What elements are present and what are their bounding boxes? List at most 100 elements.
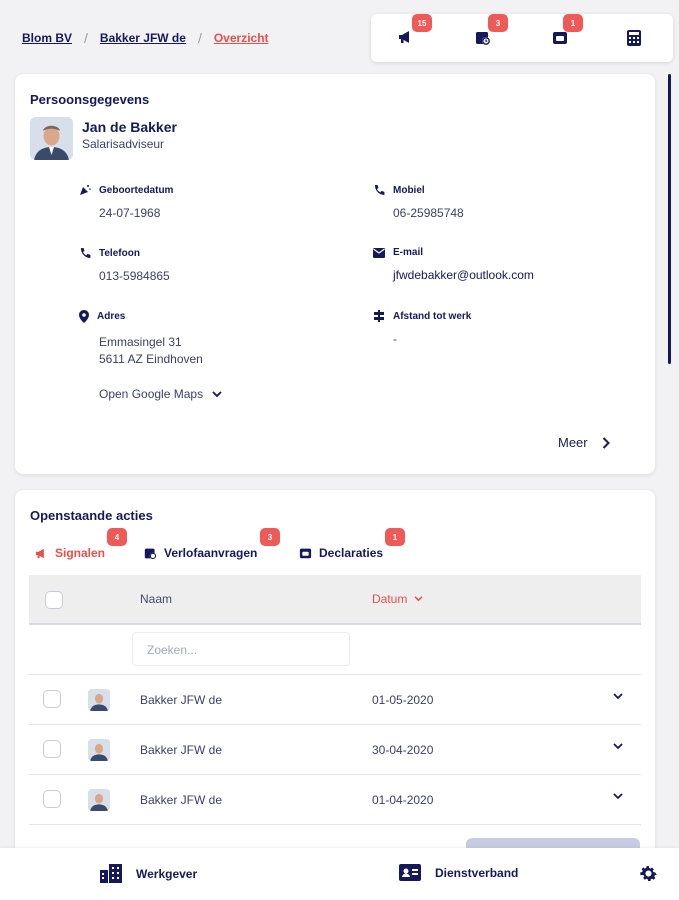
more-button[interactable]: Meer xyxy=(558,435,610,450)
avatar xyxy=(30,117,73,160)
breadcrumb-current[interactable]: Overzicht xyxy=(214,31,269,45)
maps-label: Open Google Maps xyxy=(99,387,204,401)
wallet-icon xyxy=(553,32,567,44)
filter-row: Zoeken... xyxy=(29,625,641,675)
calendar-clock-icon xyxy=(476,32,490,45)
address-line1: Emmasingel 31 xyxy=(99,335,182,349)
tab-signals-badge: 4 xyxy=(107,528,127,546)
tab-claims-label: Declaraties xyxy=(319,546,384,560)
breadcrumb-separator: / xyxy=(84,30,88,46)
breadcrumb-separator: / xyxy=(197,30,202,46)
expand-chevron-icon[interactable] xyxy=(613,693,623,700)
table-row[interactable]: Bakker JFW de 01-05-2020 xyxy=(29,675,641,725)
megaphone-icon xyxy=(399,31,409,43)
phone-field: Telefoon 013-5984865 xyxy=(79,247,170,285)
nav-employer-label: Werkgever xyxy=(136,866,198,881)
nav-employment-label: Dienstverband xyxy=(435,865,519,880)
sort-desc-icon xyxy=(414,596,423,602)
column-date-label: Datum xyxy=(372,592,408,606)
scrollbar[interactable] xyxy=(668,74,671,364)
table-row[interactable]: Bakker JFW de 01-04-2020 xyxy=(29,775,641,825)
mobile-field: Mobiel 06-25985748 xyxy=(373,184,464,222)
wallet-icon xyxy=(299,548,312,559)
more-label: Meer xyxy=(558,435,588,450)
breadcrumb-employee[interactable]: Bakker JFW de xyxy=(100,31,186,45)
row-date: 01-04-2020 xyxy=(372,793,434,807)
phone-icon xyxy=(375,185,385,195)
distance-label: Afstand tot werk xyxy=(393,310,472,322)
distance-value: - xyxy=(393,332,397,346)
column-date[interactable]: Datum xyxy=(372,592,423,606)
calculator-button[interactable] xyxy=(627,30,647,48)
chevron-right-icon xyxy=(602,436,610,449)
email-label: E-mail xyxy=(393,247,424,258)
select-all-checkbox[interactable] xyxy=(45,591,63,609)
phone-icon xyxy=(81,248,91,258)
personal-details-card: Persoonsgegevens Jan de Bakker Salarisad… xyxy=(15,74,655,474)
row-name: Bakker JFW de xyxy=(140,693,223,707)
mobile-value: 06-25985748 xyxy=(393,206,464,220)
bottom-navigation: Werkgever Dienstverband xyxy=(0,848,679,900)
leave-badge: 3 xyxy=(488,14,508,32)
nav-employment[interactable]: Dienstverband xyxy=(399,864,518,881)
chevron-down-icon xyxy=(212,390,222,397)
section-title-personal: Persoonsgegevens xyxy=(30,92,150,107)
tab-claims[interactable]: Declaraties 1 xyxy=(299,528,405,560)
row-avatar xyxy=(88,789,110,811)
row-checkbox[interactable] xyxy=(43,690,61,708)
open-google-maps[interactable]: Open Google Maps xyxy=(99,387,222,401)
row-checkbox[interactable] xyxy=(43,740,61,758)
building-icon xyxy=(100,864,122,883)
open-actions-card: Openstaande acties Signalen 4 Verlofaanv… xyxy=(15,490,655,870)
table-header: Naam Datum xyxy=(29,575,641,625)
distance-field: Afstand tot werk - xyxy=(373,310,471,348)
settings-button[interactable] xyxy=(638,863,673,884)
breadcrumb: Blom BV / Bakker JFW de / Overzicht xyxy=(22,30,269,46)
table-row[interactable]: Bakker JFW de 30-04-2020 xyxy=(29,725,641,775)
gear-icon xyxy=(640,866,657,882)
calendar-clock-icon xyxy=(144,548,157,559)
address-line2: 5611 AZ Eindhoven xyxy=(99,352,203,366)
breadcrumb-employer[interactable]: Blom BV xyxy=(22,31,72,45)
leave-requests-button[interactable]: 3 xyxy=(475,14,508,48)
tab-claims-badge: 1 xyxy=(385,528,405,546)
email-link[interactable]: jfwdebakker@outlook.com xyxy=(373,267,534,284)
actions-tabs: Signalen 4 Verlofaanvragen 3 Declaraties… xyxy=(35,528,635,570)
quick-actions-bar: 15 3 1 xyxy=(371,14,673,62)
actions-table: Naam Datum Zoeken... Bakker JFW de 01-05… xyxy=(29,575,641,825)
row-avatar xyxy=(88,689,110,711)
tab-leave-badge: 3 xyxy=(260,528,280,546)
row-name: Bakker JFW de xyxy=(140,793,223,807)
expand-chevron-icon[interactable] xyxy=(613,743,623,750)
person-name: Jan de Bakker xyxy=(82,119,177,135)
tab-leave-requests[interactable]: Verlofaanvragen 3 xyxy=(144,528,280,560)
row-avatar xyxy=(88,739,110,761)
address-label: Adres xyxy=(97,311,126,322)
claims-badge: 1 xyxy=(563,14,583,32)
tab-leave-label: Verlofaanvragen xyxy=(164,546,258,560)
megaphone-icon xyxy=(36,548,44,558)
search-input[interactable]: Zoeken... xyxy=(132,632,350,666)
signpost-icon xyxy=(374,310,384,322)
tab-signals[interactable]: Signalen 4 xyxy=(35,528,127,560)
mobile-label: Mobiel xyxy=(393,184,425,196)
id-card-icon xyxy=(399,864,421,881)
birthdate-value: 24-07-1968 xyxy=(99,206,161,220)
row-name: Bakker JFW de xyxy=(140,743,223,757)
row-date: 30-04-2020 xyxy=(372,743,434,757)
envelope-icon xyxy=(373,247,385,258)
signals-badge: 15 xyxy=(412,14,432,32)
column-name[interactable]: Naam xyxy=(140,592,172,606)
phone-value: 013-5984865 xyxy=(99,269,170,283)
signals-button[interactable]: 15 xyxy=(398,14,432,48)
expand-chevron-icon[interactable] xyxy=(613,793,623,800)
row-checkbox[interactable] xyxy=(43,790,61,808)
nav-employer[interactable]: Werkgever xyxy=(100,864,197,883)
map-pin-icon xyxy=(79,310,89,323)
claims-button[interactable]: 1 xyxy=(552,14,583,48)
row-date: 01-05-2020 xyxy=(372,693,434,707)
address-field: Adres Emmasingel 31 5611 AZ Eindhoven xyxy=(79,310,203,368)
party-popper-icon xyxy=(80,185,91,195)
calculator-icon xyxy=(627,30,641,46)
tab-signals-label: Signalen xyxy=(55,546,106,560)
